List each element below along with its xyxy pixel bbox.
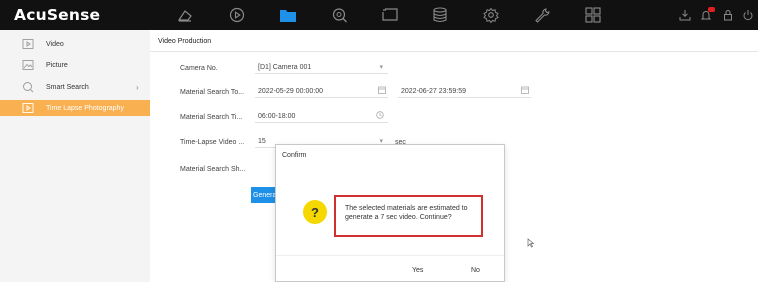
chevron-right-icon: › — [136, 82, 139, 92]
search-time-field[interactable]: 06:00-18:00 — [255, 110, 388, 123]
file-folder-icon[interactable] — [279, 7, 297, 23]
material-search-time-label: Material Search To... — [180, 89, 245, 96]
download-icon[interactable] — [679, 9, 691, 21]
time-lapse-icon — [22, 102, 34, 114]
clock-icon[interactable] — [376, 111, 384, 121]
dialog-message: The selected materials are estimated to … — [345, 205, 468, 221]
camera-value: [D1] Camera 001 — [258, 63, 312, 71]
playback-icon[interactable] — [228, 7, 246, 23]
chevron-down-icon: ▾ — [379, 64, 383, 71]
sidebar-item-label: Time Lapse Photography — [46, 104, 124, 112]
confirm-dialog: Confirm ? The selected materials are est… — [275, 144, 505, 282]
apps-grid-icon[interactable] — [584, 7, 602, 23]
storage-icon[interactable] — [431, 7, 449, 23]
message-highlight-box: The selected materials are estimated to … — [334, 195, 483, 237]
settings-icon[interactable] — [482, 7, 500, 23]
no-button[interactable]: No — [471, 267, 480, 274]
live-view-icon[interactable] — [176, 7, 194, 23]
power-icon[interactable] — [742, 9, 754, 21]
smart-search-icon — [22, 81, 34, 93]
sidebar-item-smart-search[interactable]: Smart Search › — [0, 79, 150, 95]
tab-bar: Video Production — [150, 36, 758, 52]
calendar-icon[interactable] — [378, 86, 386, 96]
time-lapse-video-label: Time-Lapse Video ... — [180, 139, 245, 146]
top-navigation-bar: AcuSense — [0, 0, 758, 30]
sidebar-item-time-lapse-photography[interactable]: Time Lapse Photography — [0, 100, 150, 116]
question-icon: ? — [303, 200, 327, 224]
alarm-badge — [708, 7, 715, 12]
sidebar: Video Picture Smart Search › Time Lapse … — [0, 30, 150, 282]
smart-search-icon[interactable] — [331, 7, 349, 23]
video-icon — [22, 38, 34, 50]
camera-no-label: Camera No. — [180, 65, 218, 72]
mouse-cursor-icon — [527, 238, 535, 250]
tab-video-production[interactable]: Video Production — [158, 38, 211, 45]
material-search-shot-label: Material Search Sh... — [180, 166, 246, 173]
search-time-value: 06:00-18:00 — [258, 112, 296, 120]
start-time-value: 2022-05-29 00:00:00 — [258, 87, 323, 95]
maintenance-icon[interactable] — [533, 7, 551, 23]
sidebar-item-label: Video — [46, 40, 64, 48]
screen-icon[interactable] — [381, 7, 399, 23]
end-time-field[interactable]: 2022-06-27 23:59:59 — [398, 85, 531, 98]
picture-icon — [22, 59, 34, 71]
app-logo: AcuSense — [14, 6, 101, 24]
lock-icon[interactable] — [722, 9, 734, 21]
calendar-icon[interactable] — [521, 86, 529, 96]
sidebar-item-video[interactable]: Video — [0, 36, 150, 52]
start-time-field[interactable]: 2022-05-29 00:00:00 — [255, 85, 388, 98]
sidebar-item-label: Picture — [46, 61, 68, 69]
sidebar-item-picture[interactable]: Picture — [0, 57, 150, 73]
yes-button[interactable]: Yes — [412, 267, 423, 274]
end-time-value: 2022-06-27 23:59:59 — [401, 87, 466, 95]
video-length-value: 15 — [258, 137, 266, 145]
sidebar-item-label: Smart Search — [46, 83, 89, 91]
material-search-time-period-label: Material Search Ti... — [180, 114, 243, 121]
dialog-footer: Yes No — [276, 255, 504, 281]
camera-select[interactable]: [D1] Camera 001 ▾ — [255, 61, 388, 74]
dialog-title: Confirm — [282, 152, 307, 159]
